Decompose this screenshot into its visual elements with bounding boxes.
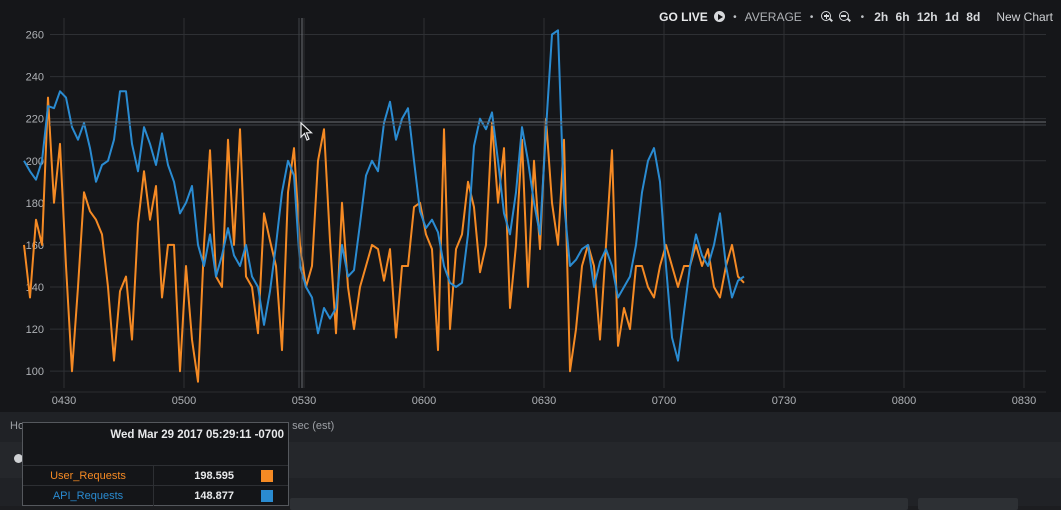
mouse-pointer-icon	[300, 122, 314, 141]
series-line-api-requests[interactable]	[23, 29, 745, 362]
line-chart[interactable]: 100120140160180200220240260 0430 0500 0530…	[0, 0, 1061, 412]
series-color-swatch	[261, 470, 273, 482]
go-live-label: GO LIVE	[659, 10, 708, 24]
range-6h-button[interactable]: 6h	[896, 10, 910, 24]
tooltip-row-user-requests: User_Requests 198.595	[23, 465, 288, 486]
x-tick-label: 0630	[532, 395, 556, 407]
tooltip-series-value: 148.877	[194, 490, 234, 502]
separator-dot: •	[733, 11, 737, 23]
y-tick-label: 100	[26, 366, 44, 378]
query-action-button[interactable]	[918, 498, 1018, 510]
separator-dot: •	[809, 11, 814, 23]
separator-dot: •	[860, 11, 865, 23]
range-8d-button[interactable]: 8d	[966, 10, 980, 24]
zoom-controls	[821, 10, 852, 24]
y-tick-label: 240	[26, 72, 44, 84]
x-tick-label: 0800	[892, 395, 916, 407]
query-input[interactable]	[290, 498, 908, 510]
tooltip-series-value: 198.595	[194, 470, 234, 482]
range-1d-button[interactable]: 1d	[945, 10, 959, 24]
y-tick-label: 260	[26, 30, 44, 42]
y-tick-label: 180	[26, 198, 44, 210]
label-tail: sec (est)	[292, 420, 335, 432]
x-tick-label: 0430	[52, 395, 76, 407]
new-chart-button[interactable]: New Chart	[996, 10, 1053, 24]
x-tick-label: 0700	[652, 395, 676, 407]
play-icon	[714, 11, 726, 22]
x-tick-label: 0830	[1012, 395, 1036, 407]
series-color-swatch	[261, 490, 273, 502]
aggregation-select[interactable]: AVERAGE	[745, 10, 802, 24]
x-tick-label: 0500	[172, 395, 196, 407]
zoom-out-icon[interactable]	[838, 11, 849, 21]
x-tick-label: 0730	[772, 395, 796, 407]
hover-tooltip: Wed Mar 29 2017 05:29:11 -0700 User_Requ…	[22, 422, 289, 506]
tooltip-series-name: API_Requests	[23, 486, 154, 506]
range-12h-button[interactable]: 12h	[917, 10, 938, 24]
range-2h-button[interactable]: 2h	[874, 10, 888, 24]
tooltip-series-name: User_Requests	[23, 466, 154, 486]
time-range-selector: 2h 6h 12h 1d 8d	[872, 10, 982, 24]
zoom-in-icon[interactable]	[821, 11, 832, 21]
x-tick-label: 0530	[292, 395, 316, 407]
tooltip-row-api-requests: API_Requests 148.877	[23, 485, 288, 506]
y-tick-label: 220	[26, 114, 44, 126]
tooltip-timestamp: Wed Mar 29 2017 05:29:11 -0700	[110, 429, 284, 441]
chart-toolbar: GO LIVE • AVERAGE • • 2h 6h 12h 1d 8d Ne…	[659, 8, 1053, 26]
y-tick-label: 120	[26, 324, 44, 336]
x-tick-label: 0600	[412, 395, 436, 407]
go-live-button[interactable]: GO LIVE	[659, 10, 726, 24]
